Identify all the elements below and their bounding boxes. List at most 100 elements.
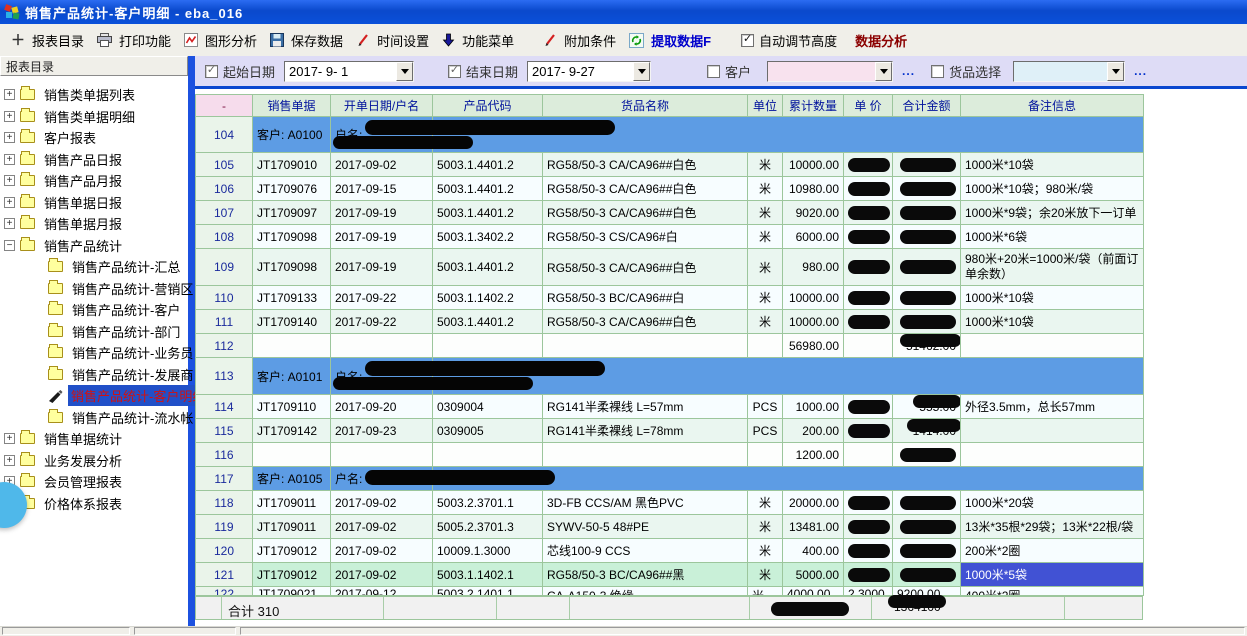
data-row[interactable]: 111JT17091402017-09-225003.1.4401.2RG58/… [196,310,1144,334]
data-row[interactable]: 110JT17091332017-09-225003.1.1402.2RG58/… [196,286,1144,310]
function-menu-button[interactable]: 功能菜单 [437,27,522,54]
expand-plus-icon[interactable]: + [4,433,15,444]
sidebar-item[interactable]: +销售类单据明细 [0,106,188,128]
remark[interactable]: 1000米*5袋 [961,563,1144,587]
expand-plus-icon[interactable]: + [4,218,15,229]
column-header[interactable]: 单 价 [844,95,893,117]
column-header[interactable]: 开单日期/户名 [331,95,433,117]
extra-condition-button[interactable]: 附加条件 [538,27,624,54]
data-row[interactable]: 109JT17090982017-09-195003.1.4401.2RG58/… [196,249,1144,286]
sidebar-item[interactable]: +会员管理报表 [0,471,188,493]
sidebar-item[interactable]: +价格体系报表 [0,493,188,515]
expand-plus-icon[interactable]: + [4,154,15,165]
data-row[interactable]: 108JT17090982017-09-195003.1.3402.2RG58/… [196,225,1144,249]
data-row[interactable]: 105JT17090102017-09-025003.1.4401.2RG58/… [196,153,1144,177]
redaction-mark [848,520,890,534]
order-date: 2017-09-02 [331,515,433,539]
chevron-down-icon[interactable] [875,62,892,81]
time-setting-button[interactable]: 时间设置 [351,27,437,54]
auto-height-checkbox[interactable] [741,34,754,47]
data-analysis-link[interactable]: 数据分析 [855,31,907,50]
sidebar-item[interactable]: 销售产品统计-业务员 [0,342,188,364]
customer-more-button[interactable]: ... [902,64,915,78]
sidebar-item[interactable]: +销售产品月报 [0,170,188,192]
remark [961,419,1144,443]
end-date-checkbox[interactable] [448,65,461,78]
data-row[interactable]: 120JT17090122017-09-0210009.1.3000芯线100-… [196,539,1144,563]
start-date-combo[interactable]: 2017- 9- 1 [284,61,414,82]
sidebar-item[interactable]: −销售产品统计 [0,235,188,257]
column-header[interactable]: 单位 [748,95,783,117]
row-number: 121 [196,563,253,587]
column-header[interactable]: 累计数量 [783,95,844,117]
print-button[interactable]: 打印功能 [92,27,179,54]
sidebar-item[interactable]: 销售产品统计-发展商 [0,364,188,386]
expand-plus-icon[interactable]: + [4,111,15,122]
sidebar-item[interactable]: 销售产品统计-客户 [0,299,188,321]
folder-icon [20,476,35,487]
folder-icon [20,240,35,251]
report-directory-button[interactable]: ＋ 报表目录 [6,27,92,54]
sidebar-item[interactable]: 销售产品统计-部门 [0,321,188,343]
subtotal-amount: 51462.00 [893,334,961,358]
end-date-combo[interactable]: 2017- 9-27 [527,61,651,82]
column-header[interactable]: 备注信息 [961,95,1144,117]
customer-checkbox[interactable] [707,65,720,78]
customer-group-row[interactable]: 104客户: A0100户名: [196,117,1144,153]
column-header[interactable]: 合计金额 [893,95,961,117]
expand-plus-icon[interactable]: + [4,455,15,466]
start-date-checkbox[interactable] [205,65,218,78]
product-code: 0309005 [433,419,543,443]
sidebar-item[interactable]: 销售产品统计-汇总 [0,256,188,278]
column-header[interactable]: 货品名称 [543,95,748,117]
sidebar-item[interactable]: 销售产品统计-流水帐 [0,407,188,429]
title-bar[interactable]: 销售产品统计-客户明细 - eba_016 [0,0,1247,24]
sidebar-item[interactable]: +销售单据统计 [0,428,188,450]
unit: 米 [748,177,783,201]
chevron-down-icon[interactable] [633,62,650,81]
sidebar-item[interactable]: 销售产品统计-营销区 [0,278,188,300]
data-row[interactable]: 106JT17090762017-09-155003.1.4401.2RG58/… [196,177,1144,201]
graph-analysis-button[interactable]: 图形分析 [179,27,265,54]
sidebar-item[interactable]: +销售单据月报 [0,213,188,235]
product-name: RG58/50-3 CS/CA96#白 [543,225,748,249]
auto-height-toggle[interactable]: 自动调节高度 [741,31,837,50]
extract-data-button[interactable]: 提取数据F [624,27,719,54]
splitter[interactable] [188,56,195,626]
sidebar-item[interactable]: +业务发展分析 [0,450,188,472]
grand-total-label: 合计 310 [228,601,279,620]
save-data-button[interactable]: 保存数据 [265,27,351,54]
customer-combo[interactable] [767,61,893,82]
expand-plus-icon[interactable]: + [4,175,15,186]
sidebar-item[interactable]: +销售产品日报 [0,149,188,171]
data-row[interactable]: 115JT17091422017-09-230309005RG141半柔裸线 L… [196,419,1144,443]
sidebar-item[interactable]: +销售类单据列表 [0,84,188,106]
customer-group-row[interactable]: 117客户: A0105户名: [196,467,1144,491]
sidebar-item[interactable]: 销售产品统计-客户明细 [0,385,188,407]
total-amount [893,539,961,563]
data-row[interactable]: 121JT17090122017-09-025003.1.1402.1RG58/… [196,563,1144,587]
goods-more-button[interactable]: ... [1134,64,1147,78]
customer-group-row[interactable]: 113客户: A0101户名: [196,358,1144,395]
data-row[interactable]: 118JT17090112017-09-025003.2.3701.13D-FB… [196,491,1144,515]
sidebar-item[interactable]: +客户报表 [0,127,188,149]
data-row[interactable]: 107JT17090972017-09-195003.1.4401.2RG58/… [196,201,1144,225]
column-header[interactable]: - [196,95,253,117]
expand-plus-icon[interactable]: + [4,89,15,100]
expand-plus-icon[interactable]: + [4,132,15,143]
redaction-mark [333,377,533,390]
column-header[interactable]: 产品代码 [433,95,543,117]
expand-plus-icon[interactable]: + [4,197,15,208]
chevron-down-icon[interactable] [396,62,413,81]
goods-checkbox[interactable] [931,65,944,78]
column-header[interactable]: 销售单据 [253,95,331,117]
data-row[interactable]: 114JT17091102017-09-200309004RG141半柔裸线 L… [196,395,1144,419]
remark: 1000米*10袋；980米/袋 [961,177,1144,201]
collapse-minus-icon[interactable]: − [4,240,15,251]
product-name: RG141半柔裸线 L=57mm [543,395,748,419]
chevron-down-icon[interactable] [1107,62,1124,81]
toolbar-label: 时间设置 [374,30,432,51]
data-row[interactable]: 119JT17090112017-09-025005.2.3701.3SYWV-… [196,515,1144,539]
sidebar-item[interactable]: +销售单据日报 [0,192,188,214]
goods-combo[interactable] [1013,61,1125,82]
